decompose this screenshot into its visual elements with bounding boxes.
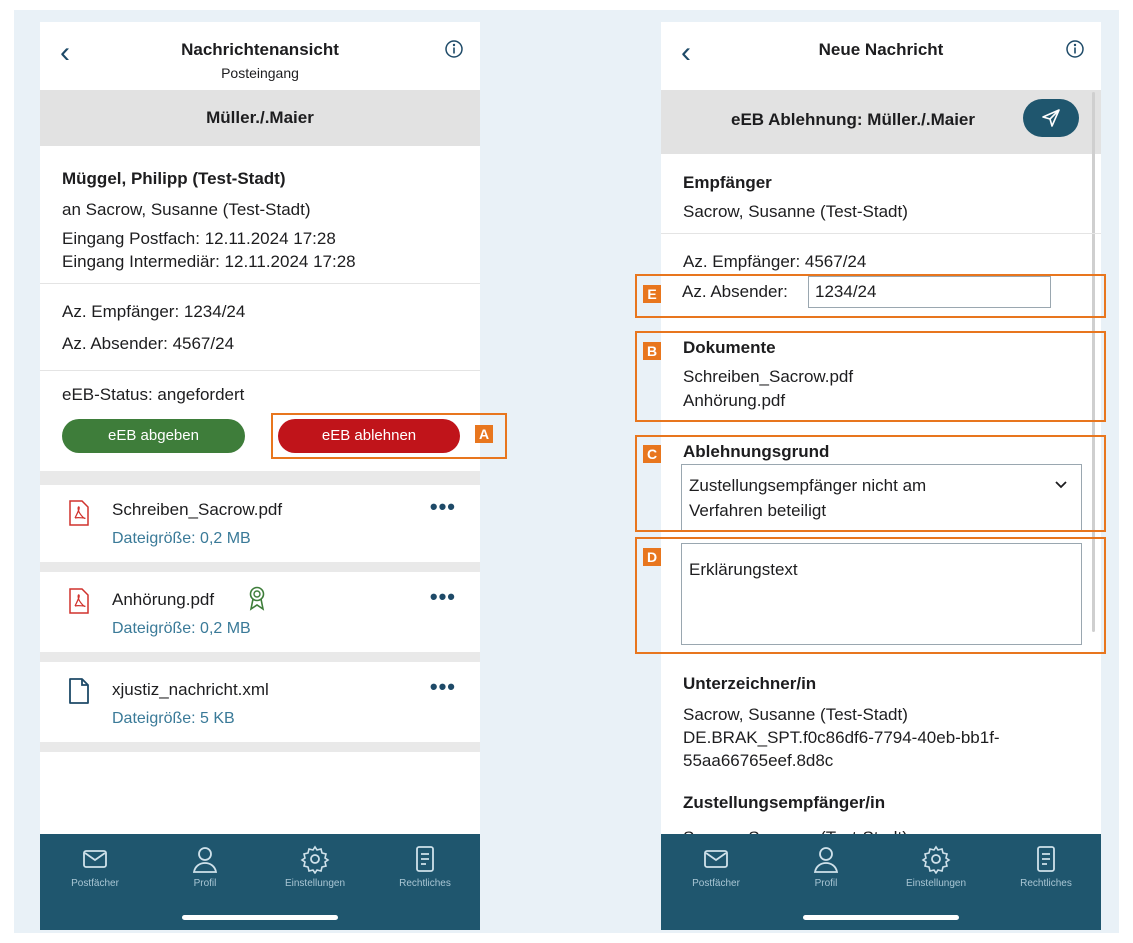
info-icon[interactable]: [445, 40, 463, 58]
annotation-label-a: A: [475, 425, 493, 443]
message-subject: eEB Ablehnung: Müller./.Maier: [730, 110, 975, 129]
header: ‹ Neue Nachricht: [661, 22, 1101, 90]
file-size: Dateigröße: 0,2 MB: [112, 620, 251, 637]
recipient-label: Empfänger: [683, 173, 772, 192]
section-gap: [40, 742, 480, 752]
recipient-reference: Az. Empfänger: 1234/24: [62, 302, 246, 321]
certificate-icon: [249, 586, 265, 611]
recipient-reference: Az. Empfänger: 4567/24: [683, 252, 867, 271]
signer-id-line1: DE.BRAK_SPT.f0c86df6-7794-40eb-bb1f-: [683, 728, 1000, 747]
tab-label: Profil: [814, 878, 838, 889]
delivery-recipient-label: Zustellungsempfänger/in: [683, 793, 886, 812]
bottom-tab-bar: Postfächer Profil Einstellungen Rechtlic…: [661, 834, 1101, 930]
pdf-icon: [69, 500, 89, 526]
page-subtitle: Posteingang: [221, 65, 299, 81]
pdf-icon: [69, 588, 89, 614]
section-gap: [40, 652, 480, 662]
divider: [661, 233, 1101, 234]
info-icon[interactable]: [1066, 40, 1084, 58]
send-button[interactable]: [1023, 99, 1079, 137]
page-title: Nachrichtenansicht: [181, 40, 339, 59]
signer-label: Unterzeichner/in: [683, 674, 817, 693]
annotation-box-c: [635, 435, 1106, 532]
document-lines-icon: [416, 846, 434, 872]
tab-rechtliches[interactable]: Rechtliches: [991, 844, 1101, 889]
divider: [40, 370, 480, 371]
more-options-icon[interactable]: •••: [430, 674, 456, 700]
tab-label: Postfächer: [71, 878, 119, 889]
case-title-band: Müller./.Maier: [40, 90, 480, 146]
gear-icon: [921, 845, 951, 874]
annotation-box-d: [635, 537, 1106, 654]
tab-rechtliches[interactable]: Rechtliches: [370, 844, 480, 889]
sender-name: Müggel, Philipp (Test-Stadt): [62, 169, 286, 188]
tab-label: Postfächer: [692, 878, 740, 889]
recipient-line: an Sacrow, Susanne (Test-Stadt): [62, 200, 311, 219]
tab-label: Profil: [193, 878, 217, 889]
document-icon: [69, 678, 89, 704]
file-name: Anhörung.pdf: [112, 590, 215, 609]
divider: [40, 283, 480, 284]
section-gap: [40, 562, 480, 572]
paper-plane-icon: [1042, 109, 1060, 127]
file-size: Dateigröße: 0,2 MB: [112, 530, 251, 547]
case-title: Müller./.Maier: [206, 108, 314, 127]
tab-einstellungen[interactable]: Einstellungen: [881, 844, 991, 889]
bottom-tab-bar: Postfächer Profil Einstellungen Rechtlic…: [40, 834, 480, 930]
subject-band: eEB Ablehnung: Müller./.Maier: [661, 90, 1101, 154]
signer-id-line2: 55aa66765eef.8d8c: [683, 751, 834, 770]
annotation-box-b: [635, 331, 1106, 422]
header: ‹ Nachrichtenansicht Posteingang: [40, 22, 480, 90]
gear-icon: [300, 845, 330, 874]
annotation-label-b: B: [643, 342, 661, 360]
person-icon: [192, 847, 218, 873]
tab-postfaecher[interactable]: Postfächer: [40, 844, 150, 889]
page-title: Neue Nachricht: [818, 40, 944, 59]
tab-label: Einstellungen: [905, 878, 967, 889]
person-icon: [813, 847, 839, 873]
file-name: xjustiz_nachricht.xml: [112, 680, 269, 699]
tab-postfaecher[interactable]: Postfächer: [661, 844, 771, 889]
annotation-label-c: C: [643, 445, 661, 463]
tab-einstellungen[interactable]: Einstellungen: [260, 844, 370, 889]
tab-label: Einstellungen: [284, 878, 346, 889]
home-indicator: [803, 915, 959, 920]
eeb-accept-button[interactable]: eEB abgeben: [62, 419, 245, 453]
annotation-label-e: E: [643, 285, 661, 303]
received-mailbox: Eingang Postfach: 12.11.2024 17:28: [62, 229, 336, 248]
signer-name: Sacrow, Susanne (Test-Stadt): [683, 705, 908, 724]
tab-label: Rechtliches: [1020, 878, 1072, 889]
tab-profil[interactable]: Profil: [771, 844, 881, 889]
annotation-box-e: [635, 274, 1106, 318]
envelope-icon: [83, 850, 107, 868]
annotation-label-d: D: [643, 548, 661, 566]
envelope-icon: [704, 850, 728, 868]
home-indicator: [182, 915, 338, 920]
more-options-icon[interactable]: •••: [430, 494, 456, 520]
tab-label: Rechtliches: [399, 878, 451, 889]
tab-profil[interactable]: Profil: [150, 844, 260, 889]
file-name: Schreiben_Sacrow.pdf: [112, 500, 283, 519]
recipient-value: Sacrow, Susanne (Test-Stadt): [683, 202, 908, 221]
message-view-screen: ‹ Nachrichtenansicht Posteingang Müller.…: [40, 22, 480, 930]
eeb-status: eEB-Status: angefordert: [62, 385, 245, 404]
section-gap: [40, 471, 480, 485]
annotation-box-a: [271, 413, 507, 459]
more-options-icon[interactable]: •••: [430, 584, 456, 610]
received-intermediary: Eingang Intermediär: 12.11.2024 17:28: [62, 252, 356, 271]
file-size: Dateigröße: 5 KB: [112, 710, 235, 727]
sender-reference: Az. Absender: 4567/24: [62, 334, 235, 353]
document-lines-icon: [1037, 846, 1055, 872]
